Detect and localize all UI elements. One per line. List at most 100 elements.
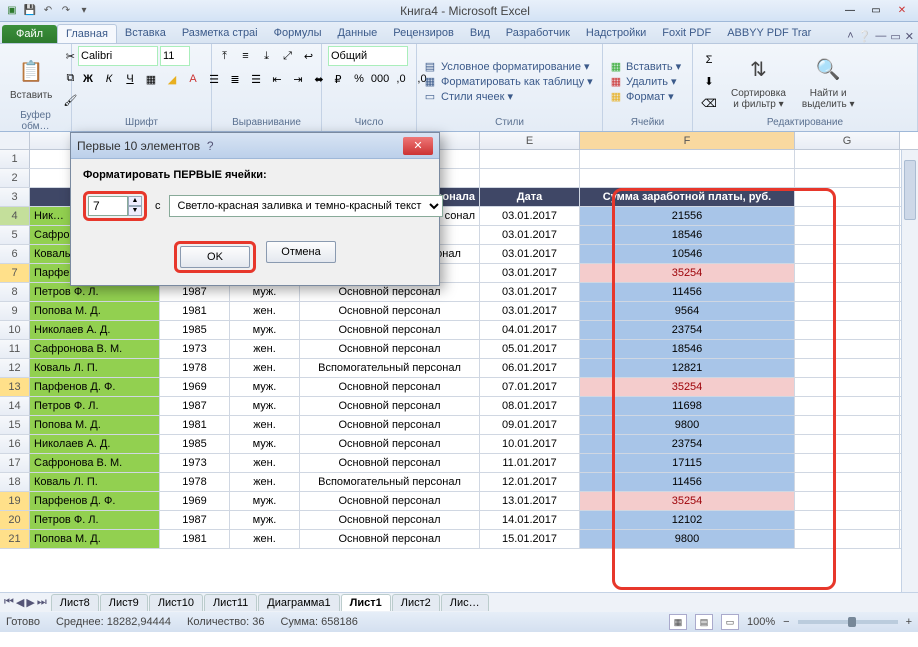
cell[interactable] bbox=[795, 473, 900, 491]
cell[interactable]: Основной персонал bbox=[300, 416, 480, 434]
cell[interactable] bbox=[795, 511, 900, 529]
cell[interactable]: Основной персонал bbox=[300, 340, 480, 358]
cell[interactable]: 1969 bbox=[160, 492, 230, 510]
sheet-nav-prev-icon[interactable]: ◀ bbox=[16, 596, 24, 609]
cell[interactable] bbox=[795, 435, 900, 453]
cell[interactable] bbox=[795, 169, 900, 187]
cell[interactable]: 1981 bbox=[160, 530, 230, 548]
cell[interactable]: Николаев А. Д. bbox=[30, 321, 160, 339]
cell[interactable]: 08.01.2017 bbox=[480, 397, 580, 415]
row-header[interactable]: 18 bbox=[0, 473, 30, 491]
row-header[interactable]: 3 bbox=[0, 188, 30, 206]
cell[interactable]: Сафронова В. М. bbox=[30, 340, 160, 358]
paste-button[interactable]: 📋 Вставить bbox=[6, 54, 56, 103]
cell[interactable]: 18546 bbox=[580, 340, 795, 358]
dialog-close-icon[interactable]: ✕ bbox=[403, 137, 433, 155]
cell[interactable] bbox=[795, 226, 900, 244]
sheet-tab[interactable]: Лис… bbox=[441, 594, 489, 611]
cell[interactable] bbox=[795, 378, 900, 396]
cell[interactable]: 12.01.2017 bbox=[480, 473, 580, 491]
ribbon-tab[interactable]: Вставка bbox=[117, 24, 174, 43]
sheet-nav-last-icon[interactable]: ⏭ bbox=[37, 596, 47, 609]
cell[interactable] bbox=[795, 530, 900, 548]
maximize-icon[interactable]: ▭ bbox=[864, 3, 888, 19]
qat-more-icon[interactable]: ▾ bbox=[76, 3, 92, 19]
cell[interactable]: Вспомогательный персонал bbox=[300, 359, 480, 377]
ribbon-tab[interactable]: Данные bbox=[330, 24, 386, 43]
cell[interactable]: 9564 bbox=[580, 302, 795, 320]
cell[interactable]: 35254 bbox=[580, 492, 795, 510]
cell[interactable]: 1985 bbox=[160, 435, 230, 453]
zoom-level[interactable]: 100% bbox=[747, 616, 775, 628]
orientation-icon[interactable]: ⤢ bbox=[278, 46, 298, 66]
cell[interactable]: жен. bbox=[230, 340, 300, 358]
delete-cells-button[interactable]: ▦Удалить ▾ bbox=[609, 75, 681, 89]
cell[interactable] bbox=[795, 359, 900, 377]
help-icon[interactable]: ❔ bbox=[858, 30, 872, 43]
cell[interactable]: Дата bbox=[480, 188, 580, 206]
sheet-nav-next-icon[interactable]: ▶ bbox=[26, 596, 34, 609]
cell[interactable] bbox=[795, 283, 900, 301]
cell[interactable] bbox=[795, 321, 900, 339]
cell[interactable]: Сафронова В. М. bbox=[30, 454, 160, 472]
ok-button[interactable]: OK bbox=[180, 246, 250, 268]
align-top-icon[interactable]: ⤒ bbox=[215, 46, 235, 66]
cell[interactable] bbox=[480, 169, 580, 187]
cell[interactable] bbox=[795, 188, 900, 206]
cell[interactable]: 1978 bbox=[160, 359, 230, 377]
cell[interactable] bbox=[795, 492, 900, 510]
cell[interactable]: Петров Ф. Л. bbox=[30, 511, 160, 529]
cell[interactable]: 1978 bbox=[160, 473, 230, 491]
undo-icon[interactable]: ↶ bbox=[40, 3, 56, 19]
sort-filter-button[interactable]: ⇅ Сортировка и фильтр ▾ bbox=[727, 52, 790, 112]
cell[interactable]: 03.01.2017 bbox=[480, 207, 580, 225]
align-middle-icon[interactable]: ≡ bbox=[236, 46, 256, 66]
cell[interactable]: 07.01.2017 bbox=[480, 378, 580, 396]
align-right-icon[interactable]: ☰ bbox=[246, 69, 266, 89]
cell[interactable]: муж. bbox=[230, 492, 300, 510]
format-cells-button[interactable]: ▦Формат ▾ bbox=[609, 90, 681, 104]
cell[interactable] bbox=[795, 150, 900, 168]
cell[interactable]: 11698 bbox=[580, 397, 795, 415]
row-header[interactable]: 13 bbox=[0, 378, 30, 396]
cell[interactable] bbox=[580, 150, 795, 168]
cell[interactable] bbox=[795, 397, 900, 415]
row-header[interactable]: 7 bbox=[0, 264, 30, 282]
doc-restore-icon[interactable]: ▭ bbox=[890, 30, 900, 43]
cell[interactable] bbox=[795, 264, 900, 282]
spin-up-icon[interactable]: ▲ bbox=[128, 196, 142, 206]
redo-icon[interactable]: ↷ bbox=[58, 3, 74, 19]
cell[interactable]: 11456 bbox=[580, 283, 795, 301]
view-pagebreak-icon[interactable]: ▭ bbox=[721, 614, 739, 630]
cell[interactable]: Коваль Л. П. bbox=[30, 473, 160, 491]
cell[interactable]: 10.01.2017 bbox=[480, 435, 580, 453]
doc-minimize-icon[interactable]: — bbox=[875, 30, 886, 43]
cell[interactable]: 1981 bbox=[160, 302, 230, 320]
col-header[interactable]: G bbox=[795, 132, 900, 149]
cell[interactable]: 21556 bbox=[580, 207, 795, 225]
cell[interactable]: Попова М. Д. bbox=[30, 530, 160, 548]
cell[interactable]: 14.01.2017 bbox=[480, 511, 580, 529]
row-header[interactable]: 1 bbox=[0, 150, 30, 168]
cell[interactable]: 15.01.2017 bbox=[480, 530, 580, 548]
wrap-icon[interactable]: ↩ bbox=[299, 46, 319, 66]
border-icon[interactable]: ▦ bbox=[141, 69, 161, 89]
cell[interactable]: 18546 bbox=[580, 226, 795, 244]
cell[interactable]: Основной персонал bbox=[300, 492, 480, 510]
percent-icon[interactable]: % bbox=[349, 69, 369, 89]
cell[interactable]: 03.01.2017 bbox=[480, 283, 580, 301]
cell[interactable]: 23754 bbox=[580, 435, 795, 453]
insert-cells-button[interactable]: ▦Вставить ▾ bbox=[609, 60, 681, 74]
format-style-select[interactable]: Светло-красная заливка и темно-красный т… bbox=[169, 195, 443, 217]
cell[interactable]: 05.01.2017 bbox=[480, 340, 580, 358]
zoom-out-icon[interactable]: − bbox=[783, 616, 789, 628]
cell[interactable] bbox=[795, 207, 900, 225]
spin-down-icon[interactable]: ▼ bbox=[128, 206, 142, 216]
indent-inc-icon[interactable]: ⇥ bbox=[288, 69, 308, 89]
ribbon-tab[interactable]: Разметка страі bbox=[174, 24, 266, 43]
cell[interactable]: 12821 bbox=[580, 359, 795, 377]
sheet-tab[interactable]: Лист9 bbox=[100, 594, 148, 611]
row-header[interactable]: 2 bbox=[0, 169, 30, 187]
cell[interactable]: Основной персонал bbox=[300, 397, 480, 415]
cell[interactable]: 03.01.2017 bbox=[480, 226, 580, 244]
